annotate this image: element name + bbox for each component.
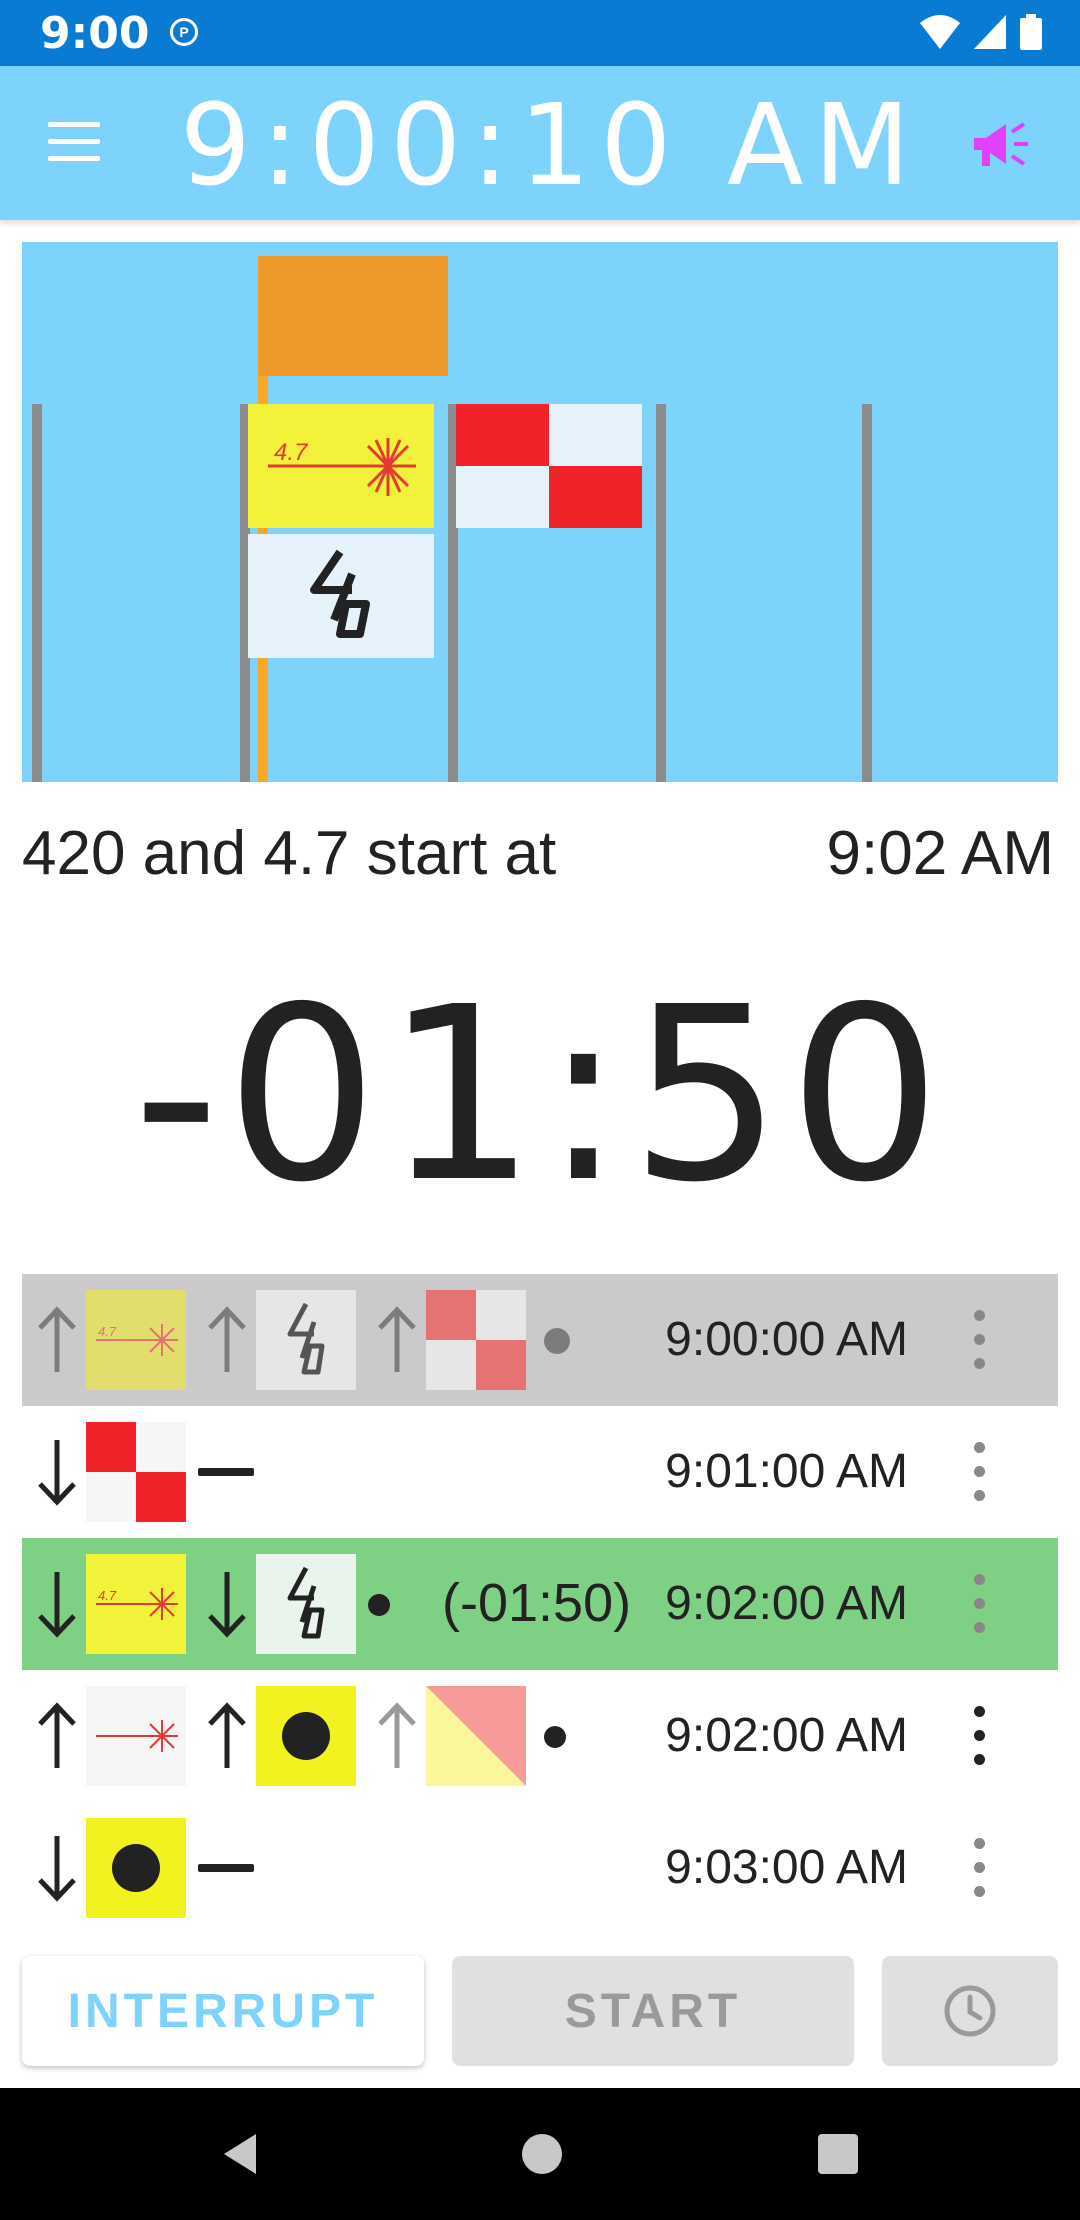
arrow-up-icon [378,1702,416,1768]
long-sound-dash [198,1468,254,1476]
system-nav-bar [0,2088,1080,2220]
flag-pole [656,404,666,782]
current-time-title: 9:00:10 AM [179,81,921,211]
row-time: 9:02:00 AM [665,1709,908,1762]
more-options-icon[interactable] [974,1574,986,1634]
420-flag-icon [256,1554,356,1654]
next-start-label: 420 and 4.7 start at [22,819,557,888]
app-bar: 9:00:10 AM [0,66,1080,220]
420-flag-icon [256,1290,356,1390]
battery-icon [1020,14,1042,50]
sequence-row[interactable]: 9:01:00 AM [22,1406,1058,1538]
menu-icon[interactable] [48,122,100,162]
sound-signal-dot [544,1328,570,1354]
status-time: 9:00 [40,8,150,59]
class-flag-laser-47: 4.7 [248,404,434,528]
orange-flag [258,256,448,376]
clock-icon [944,1985,996,2037]
laser-47-flag-icon: 4.7 [86,1554,186,1654]
sequence-row[interactable]: 4.7 9:00:00 AM [22,1274,1058,1406]
signal-icon [974,15,1006,49]
flag-pole [862,404,872,782]
prep-flag-checkered [456,404,642,528]
more-options-icon[interactable] [974,1838,986,1898]
row-time: 9:03:00 AM [665,1841,908,1894]
next-start-time: 9:02 AM [826,819,1054,888]
diagonal-flag-icon [426,1686,526,1786]
wifi-icon [920,15,960,49]
arrow-down-icon [38,1440,76,1506]
app-notification-icon: P [170,18,198,46]
clock-button[interactable] [882,1956,1058,2066]
sequence-row[interactable]: 9:03:00 AM [22,1802,1058,1934]
laser-flag-icon [86,1686,186,1786]
arrow-up-icon [208,1702,246,1768]
arrow-up-icon [38,1306,76,1372]
arrow-up-icon [208,1306,246,1372]
start-button[interactable]: START [452,1956,854,2066]
row-time: 9:01:00 AM [665,1445,908,1498]
back-icon[interactable] [220,2132,260,2176]
svg-text:4.7: 4.7 [98,1324,117,1339]
arrow-down-icon [38,1572,76,1638]
long-sound-dash [198,1864,254,1872]
arrow-down-icon [38,1836,76,1902]
arrow-down-icon [208,1572,246,1638]
laser-47-flag-icon: 4.7 [86,1290,186,1390]
flag-display-panel: 4.7 [22,242,1058,782]
status-icons [920,14,1042,50]
checkered-flag-icon [86,1422,186,1522]
row-time: 9:00:00 AM [665,1313,908,1366]
row-offset: (-01:50) [442,1573,632,1633]
recent-apps-icon[interactable] [818,2134,858,2174]
yellow-dot-flag-icon [256,1686,356,1786]
yellow-dot-flag-icon [86,1818,186,1918]
arrow-up-icon [38,1702,76,1768]
arrow-up-icon [378,1306,416,1372]
flag-pole [32,404,42,782]
laser-47-label: 4.7 [274,439,309,466]
sequence-row[interactable]: 9:02:00 AM [22,1670,1058,1802]
short-sound-dot [544,1726,566,1748]
countdown-timer: -01:50 [132,955,948,1235]
horn-icon[interactable] [970,118,1034,174]
short-sound-dot [368,1594,390,1616]
interrupt-button[interactable]: INTERRUPT [22,1956,424,2066]
more-options-icon[interactable] [974,1706,986,1766]
class-flag-420 [248,534,434,658]
checkered-flag-icon [426,1290,526,1390]
sequence-list: 4.7 9:00:00 AM 9:01:00 AM 4.7 (-01:50) 9… [22,1274,1058,1934]
sequence-row-active[interactable]: 4.7 (-01:50) 9:02:00 AM [22,1538,1058,1670]
more-options-icon[interactable] [974,1442,986,1502]
svg-text:4.7: 4.7 [98,1588,117,1603]
row-time: 9:02:00 AM [665,1577,908,1630]
status-bar: 9:00 P [0,0,1080,66]
more-options-icon[interactable] [974,1310,986,1370]
home-icon[interactable] [522,2134,562,2174]
